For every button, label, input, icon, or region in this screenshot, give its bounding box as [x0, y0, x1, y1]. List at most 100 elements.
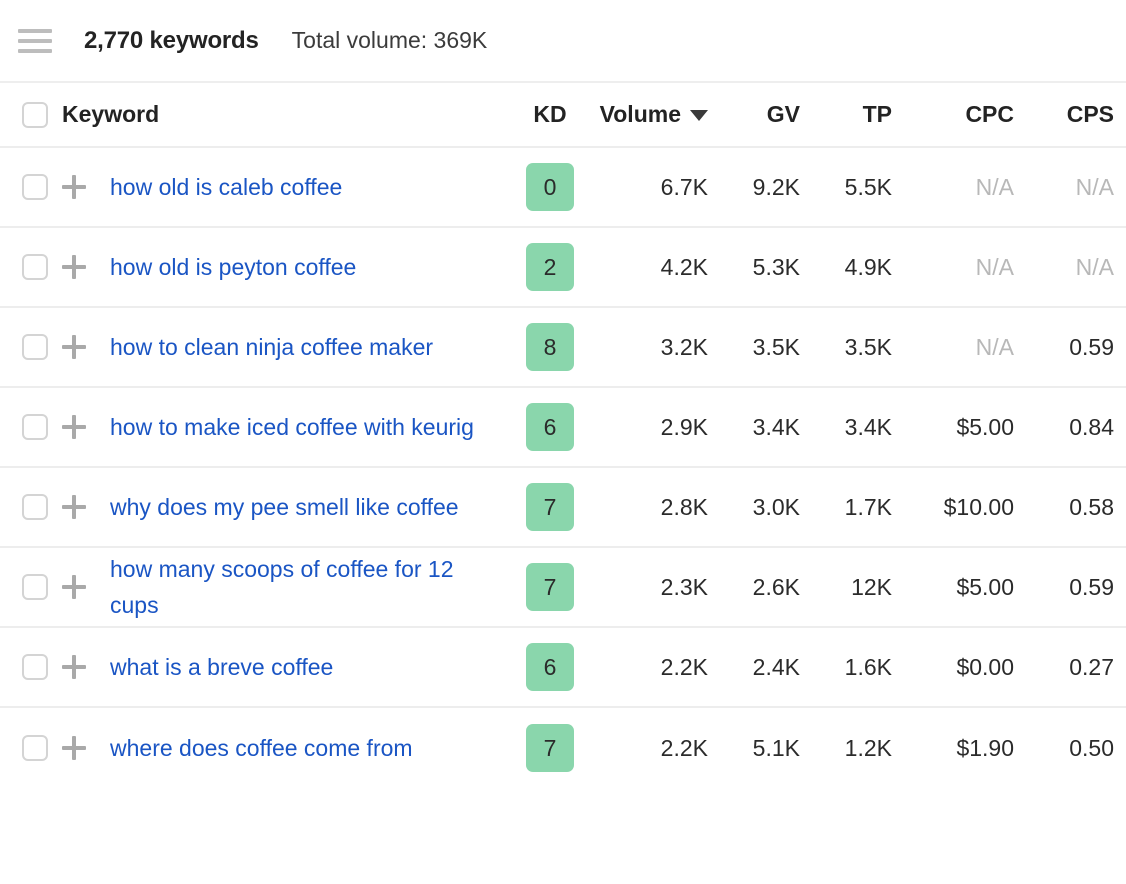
gv-value: 3.5K	[708, 334, 800, 361]
plus-icon[interactable]	[62, 655, 86, 679]
select-all-cell	[22, 102, 62, 128]
cpc-value: $5.00	[892, 414, 1014, 441]
row-select-cell	[22, 735, 62, 761]
header-tp-label[interactable]: TP	[800, 101, 892, 128]
table-row[interactable]: how old is peyton coffee24.2K5.3K4.9KN/A…	[0, 228, 1126, 308]
keyword-link[interactable]: how to clean ninja coffee maker	[110, 334, 433, 360]
table-row[interactable]: how old is caleb coffee06.7K9.2K5.5KN/AN…	[0, 148, 1126, 228]
row-checkbox[interactable]	[22, 414, 48, 440]
header-gv-label[interactable]: GV	[708, 101, 800, 128]
plus-icon[interactable]	[62, 335, 86, 359]
gv-value: 5.1K	[708, 735, 800, 762]
cpc-value: $5.00	[892, 574, 1014, 601]
volume-value: 2.3K	[584, 574, 708, 601]
keyword-cell: how to clean ninja coffee maker	[110, 329, 516, 365]
gv-value: 2.6K	[708, 574, 800, 601]
header-cps-label[interactable]: CPS	[1014, 101, 1114, 128]
keyword-link[interactable]: how many scoops of coffee for 12 cups	[110, 556, 454, 618]
row-checkbox[interactable]	[22, 174, 48, 200]
tp-value: 1.6K	[800, 654, 892, 681]
row-select-cell	[22, 414, 62, 440]
table-row[interactable]: what is a breve coffee62.2K2.4K1.6K$0.00…	[0, 628, 1126, 708]
keyword-cell: how old is peyton coffee	[110, 249, 516, 285]
caret-down-icon	[690, 110, 708, 121]
tp-value: 3.5K	[800, 334, 892, 361]
cps-value: 0.84	[1014, 414, 1114, 441]
table-row[interactable]: where does coffee come from72.2K5.1K1.2K…	[0, 708, 1126, 788]
kd-badge: 7	[526, 724, 574, 772]
header-keyword-cell: Keyword	[62, 101, 516, 128]
cps-value: N/A	[1014, 254, 1114, 281]
volume-value: 2.2K	[584, 654, 708, 681]
keywords-table: Keyword KD Volume GV TP CPC CPS how old …	[0, 83, 1126, 788]
keyword-link[interactable]: how old is caleb coffee	[110, 174, 342, 200]
volume-value: 2.2K	[584, 735, 708, 762]
header-keyword-label: Keyword	[62, 101, 159, 127]
row-checkbox[interactable]	[22, 574, 48, 600]
plus-icon[interactable]	[62, 736, 86, 760]
keyword-link[interactable]: where does coffee come from	[110, 735, 413, 761]
keyword-link[interactable]: why does my pee smell like coffee	[110, 494, 459, 520]
plus-icon[interactable]	[62, 175, 86, 199]
keyword-cell: how old is caleb coffee	[110, 169, 516, 205]
total-volume-label: Total volume: 369K	[292, 27, 488, 54]
row-select-cell	[22, 654, 62, 680]
tp-value: 1.7K	[800, 494, 892, 521]
gv-value: 3.4K	[708, 414, 800, 441]
cpc-value: N/A	[892, 334, 1014, 361]
plus-icon[interactable]	[62, 495, 86, 519]
plus-icon[interactable]	[62, 575, 86, 599]
add-keyword-cell	[62, 415, 110, 439]
tp-value: 12K	[800, 574, 892, 601]
cps-value: 0.59	[1014, 334, 1114, 361]
kd-cell: 6	[516, 403, 584, 451]
keyword-link[interactable]: how old is peyton coffee	[110, 254, 356, 280]
keyword-link[interactable]: how to make iced coffee with keurig	[110, 414, 474, 440]
header-volume-sort[interactable]: Volume	[584, 101, 708, 128]
hamburger-icon[interactable]	[18, 24, 52, 58]
gv-value: 5.3K	[708, 254, 800, 281]
hamburger-bar	[18, 49, 52, 53]
volume-value: 2.9K	[584, 414, 708, 441]
row-checkbox[interactable]	[22, 735, 48, 761]
table-body: how old is caleb coffee06.7K9.2K5.5KN/AN…	[0, 148, 1126, 788]
kd-cell: 6	[516, 643, 584, 691]
row-checkbox[interactable]	[22, 494, 48, 520]
plus-icon[interactable]	[62, 415, 86, 439]
table-row[interactable]: how many scoops of coffee for 12 cups 7 2.…	[0, 548, 1126, 628]
volume-value: 2.8K	[584, 494, 708, 521]
kd-badge: 6	[526, 403, 574, 451]
cps-value: N/A	[1014, 174, 1114, 201]
row-select-cell	[22, 574, 62, 600]
row-checkbox[interactable]	[22, 654, 48, 680]
row-checkbox[interactable]	[22, 334, 48, 360]
kd-cell: 0	[516, 163, 584, 211]
top-toolbar: 2,770 keywords Total volume: 369K	[0, 0, 1126, 83]
select-all-checkbox[interactable]	[22, 102, 48, 128]
row-select-cell	[22, 494, 62, 520]
keyword-cell: how many scoops of coffee for 12 cups	[110, 551, 516, 623]
kd-badge: 7	[526, 563, 574, 611]
hamburger-bar	[18, 29, 52, 33]
cps-value: 0.27	[1014, 654, 1114, 681]
table-row[interactable]: how to make iced coffee with keurig 6 2.9K…	[0, 388, 1126, 468]
keyword-cell: how to make iced coffee with keurig	[110, 409, 516, 445]
cps-value: 0.58	[1014, 494, 1114, 521]
gv-value: 3.0K	[708, 494, 800, 521]
gv-value: 9.2K	[708, 174, 800, 201]
table-row[interactable]: how to clean ninja coffee maker83.2K3.5K…	[0, 308, 1126, 388]
cpc-value: N/A	[892, 254, 1014, 281]
add-keyword-cell	[62, 575, 110, 599]
keyword-link[interactable]: what is a breve coffee	[110, 654, 333, 680]
plus-icon[interactable]	[62, 255, 86, 279]
volume-value: 4.2K	[584, 254, 708, 281]
cpc-value: $10.00	[892, 494, 1014, 521]
header-cpc-label[interactable]: CPC	[892, 101, 1014, 128]
add-keyword-cell	[62, 736, 110, 760]
cpc-value: $0.00	[892, 654, 1014, 681]
tp-value: 5.5K	[800, 174, 892, 201]
volume-value: 3.2K	[584, 334, 708, 361]
table-row[interactable]: why does my pee smell like coffee72.8K3.…	[0, 468, 1126, 548]
header-kd-label[interactable]: KD	[516, 101, 584, 128]
row-checkbox[interactable]	[22, 254, 48, 280]
